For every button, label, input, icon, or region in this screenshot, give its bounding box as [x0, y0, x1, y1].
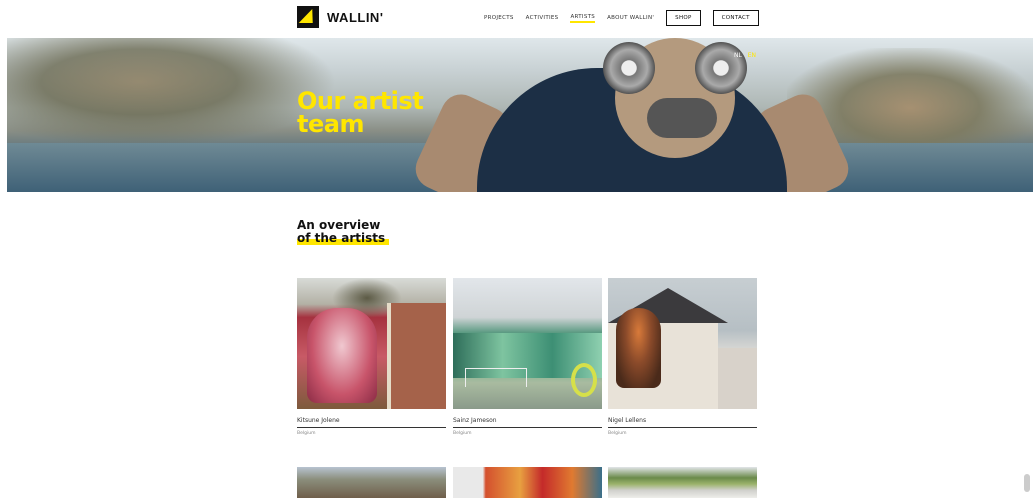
- main-nav: PROJECTS ACTIVITIES ARTISTS ABOUT WALLIN…: [484, 10, 771, 26]
- spray-can-left: [603, 42, 655, 94]
- artist-country: Belgium: [297, 431, 316, 436]
- nav-artists[interactable]: ARTISTS: [570, 14, 596, 23]
- artist-image[interactable]: [297, 278, 446, 409]
- brand-name: WALLIN': [327, 9, 384, 25]
- lang-nl[interactable]: NL: [734, 52, 742, 59]
- wallin-logo[interactable]: WALLIN': [297, 6, 383, 28]
- artist-card[interactable]: Kitsune Jolene Belgium: [297, 278, 446, 436]
- mural-ring: [571, 363, 597, 397]
- artist-card[interactable]: [608, 467, 757, 498]
- mural-face: [616, 308, 661, 388]
- contact-button[interactable]: CONTACT: [712, 10, 759, 26]
- artist-image[interactable]: [453, 278, 602, 409]
- artist-image[interactable]: [608, 278, 757, 409]
- nav-projects[interactable]: PROJECTS: [484, 15, 514, 21]
- artist-country: Belgium: [453, 431, 472, 436]
- artist-country: Belgium: [608, 431, 627, 436]
- artist-image[interactable]: [608, 467, 757, 498]
- spray-can-right: [695, 42, 747, 94]
- artist-name[interactable]: Kitsune Jolene: [297, 417, 446, 428]
- overview-line2: of the artists: [297, 232, 390, 245]
- artist-name[interactable]: Sainz Jameson: [453, 417, 602, 428]
- artist-card[interactable]: Sainz Jameson Belgium: [453, 278, 602, 436]
- nav-about[interactable]: ABOUT WALLIN': [607, 15, 654, 21]
- mural-house-right: [718, 348, 757, 409]
- artist-name[interactable]: Nigel Lellens: [608, 417, 757, 428]
- artist-card[interactable]: [297, 467, 446, 498]
- artist-image[interactable]: [453, 467, 602, 498]
- hero-background-trees: [7, 38, 337, 148]
- overview-heading: An overview of the artists: [297, 219, 390, 245]
- lightning-logo-icon: [297, 6, 319, 28]
- artist-card[interactable]: Nigel Lellens Belgium: [608, 278, 757, 436]
- hero-respirator: [647, 98, 717, 138]
- hero-title-line2: team: [297, 110, 364, 138]
- lang-en[interactable]: EN: [748, 52, 756, 59]
- mural-figure: [307, 308, 377, 403]
- hero-title: Our artist team: [297, 89, 424, 138]
- shop-button[interactable]: SHOP: [666, 10, 701, 26]
- artist-card[interactable]: [453, 467, 602, 498]
- mural-goal: [465, 368, 527, 387]
- site-header: WALLIN' PROJECTS ACTIVITIES ARTISTS ABOU…: [0, 0, 1033, 38]
- hero-banner: Our artist team NL EN: [7, 38, 1033, 192]
- language-switcher: NL EN: [734, 52, 760, 59]
- mural-building: [387, 303, 446, 409]
- nav-activities[interactable]: ACTIVITIES: [526, 15, 559, 21]
- scroll-indicator[interactable]: [1024, 474, 1030, 492]
- artist-image[interactable]: [297, 467, 446, 498]
